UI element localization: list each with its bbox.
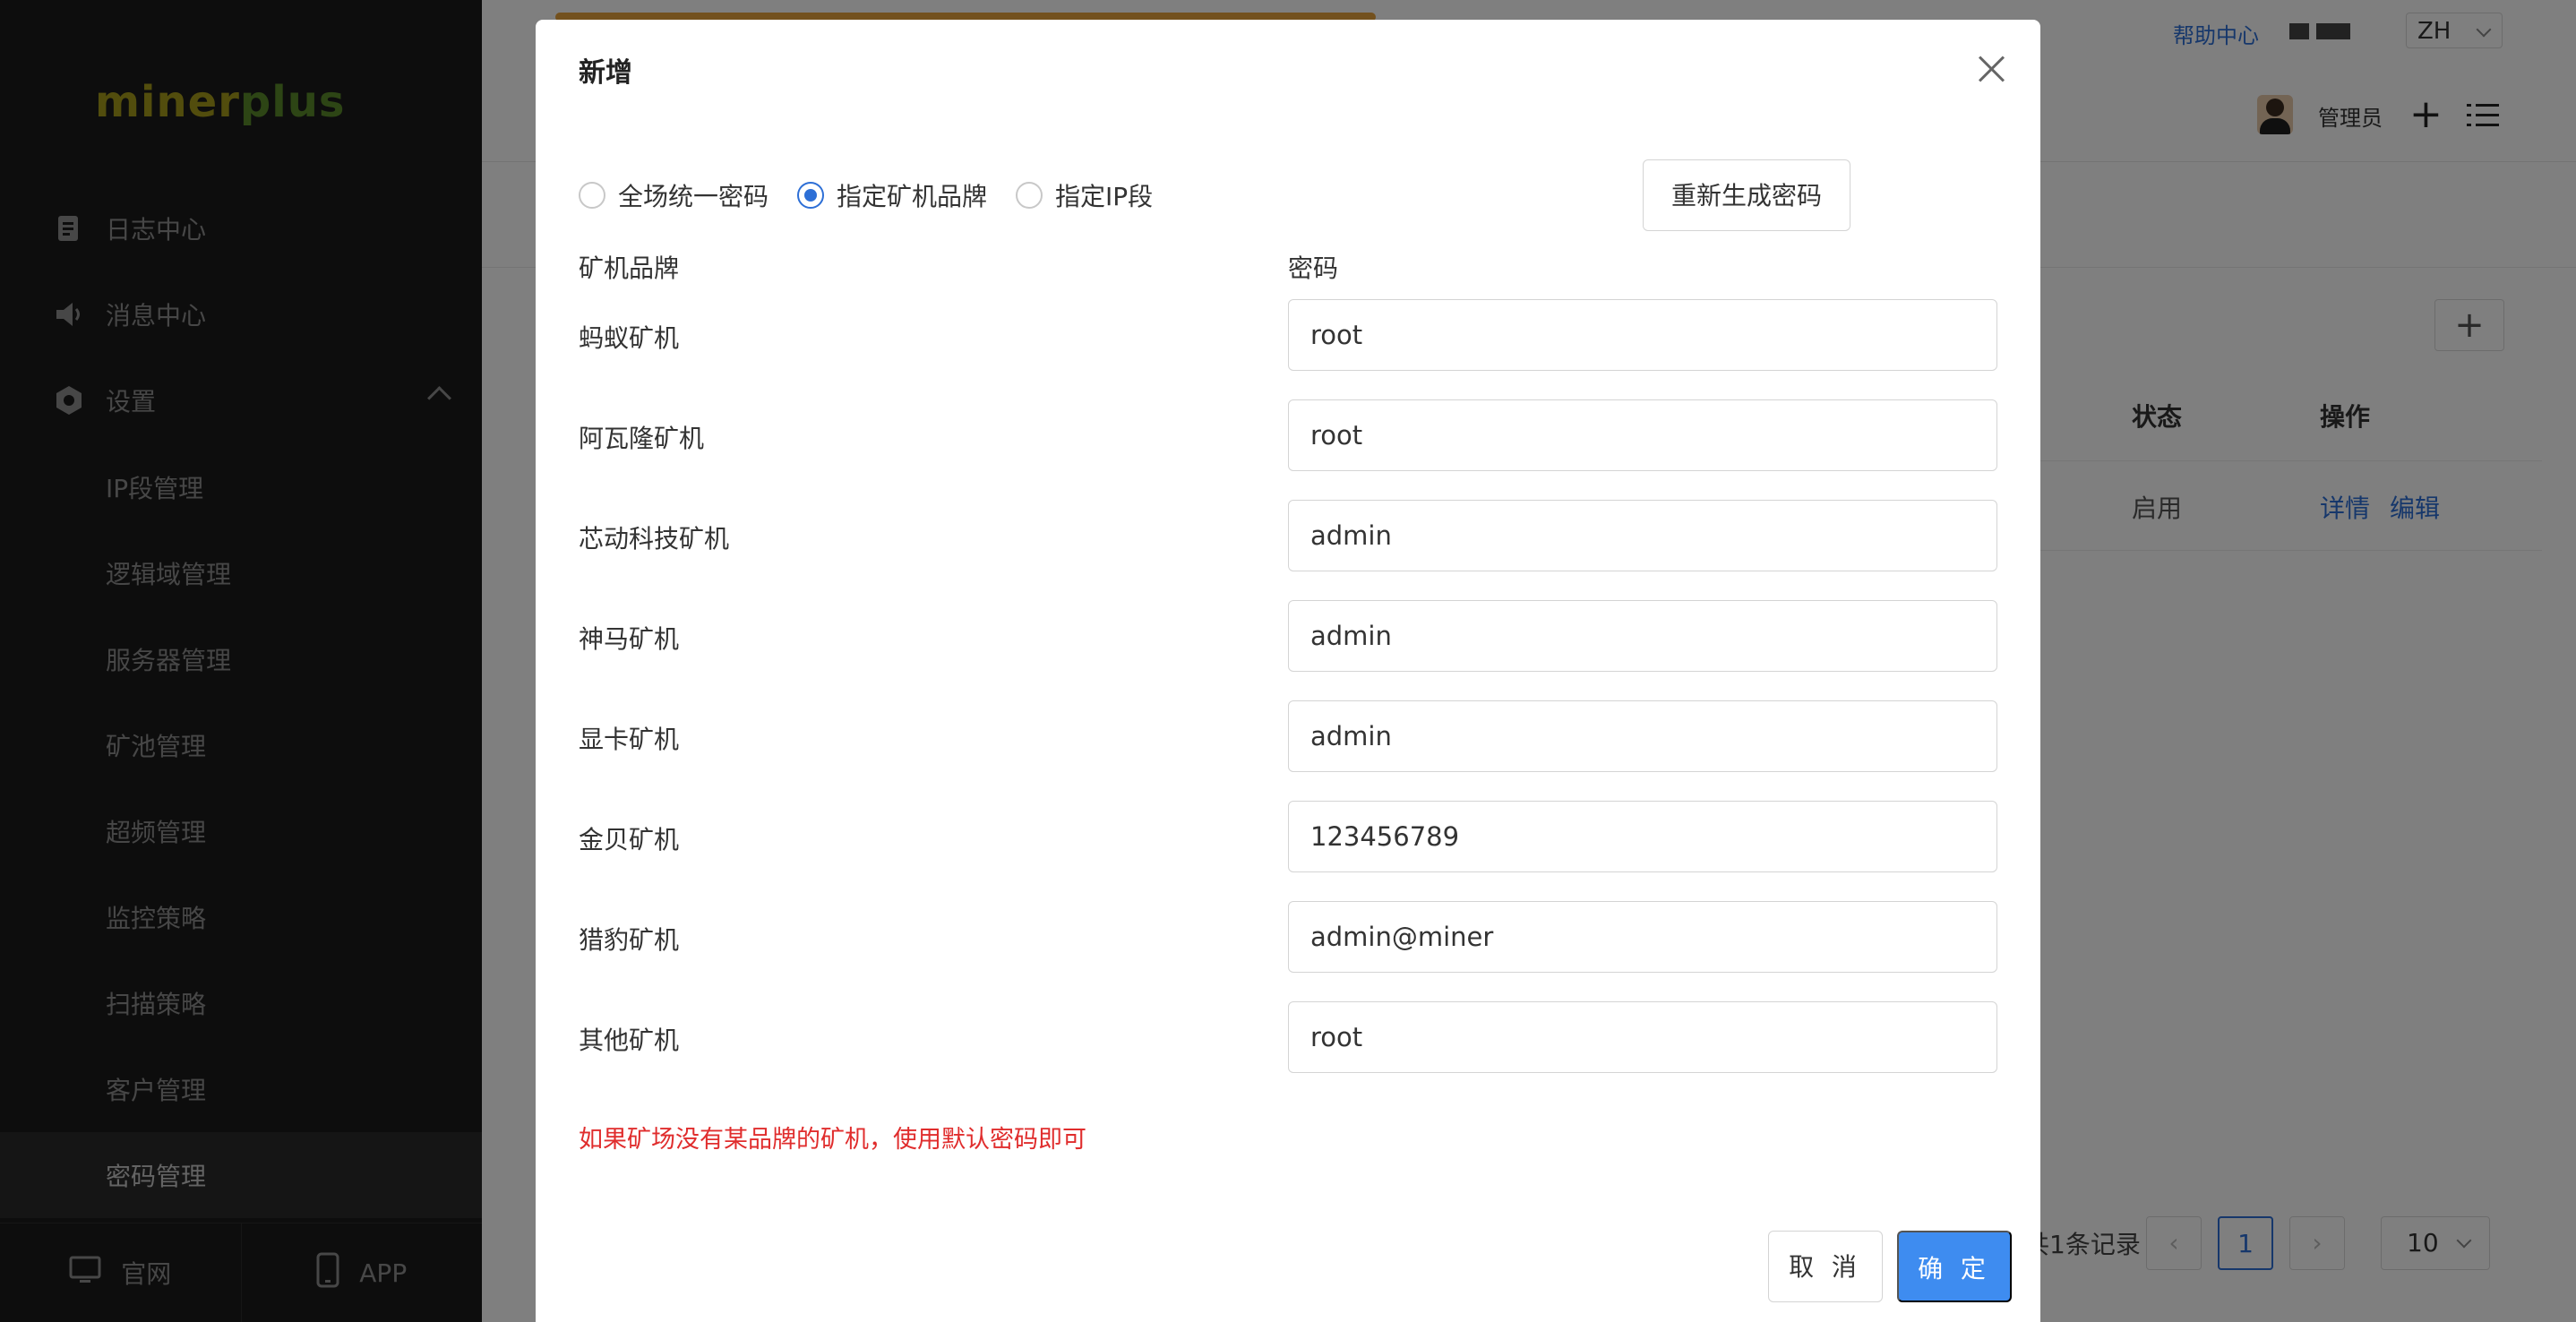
radio-by-ip-range[interactable]: 指定IP段 (1016, 177, 1153, 213)
brand-label: 其他矿机 (579, 1026, 680, 1055)
close-icon[interactable] (1972, 50, 2012, 90)
confirm-button[interactable]: 确 定 (1897, 1231, 2012, 1302)
password-input[interactable] (1288, 399, 1997, 471)
radio-circle-icon (1016, 182, 1043, 209)
column-header-password: 密码 (1288, 253, 1339, 283)
radio-by-brand[interactable]: 指定矿机品牌 (797, 177, 987, 213)
brand-label: 蚂蚁矿机 (579, 323, 680, 353)
brand-label: 金贝矿机 (579, 825, 680, 854)
password-input[interactable] (1288, 700, 1997, 772)
brand-label: 显卡矿机 (579, 725, 680, 754)
brand-label: 猎豹矿机 (579, 925, 680, 955)
password-input[interactable] (1288, 299, 1997, 371)
password-input[interactable] (1288, 801, 1997, 872)
add-password-dialog: 新增 全场统一密码 指定矿机品牌 指定IP段 重新生成密码 矿机品牌 密码 蚂蚁… (536, 20, 2040, 1322)
brand-label: 神马矿机 (579, 624, 680, 654)
cancel-button[interactable]: 取 消 (1768, 1231, 1883, 1302)
password-mode-radio-group: 全场统一密码 指定矿机品牌 指定IP段 (579, 177, 1153, 213)
radio-circle-icon (579, 182, 605, 209)
brand-label: 阿瓦隆矿机 (579, 424, 705, 453)
radio-label: 全场统一密码 (618, 182, 769, 211)
radio-unified-password[interactable]: 全场统一密码 (579, 177, 769, 213)
dialog-title: 新增 (579, 57, 632, 89)
password-input[interactable] (1288, 901, 1997, 973)
regenerate-password-button[interactable]: 重新生成密码 (1643, 159, 1850, 231)
radio-label: 指定矿机品牌 (837, 182, 988, 211)
password-input[interactable] (1288, 1001, 1997, 1073)
password-input[interactable] (1288, 500, 1997, 571)
radio-label: 指定IP段 (1055, 182, 1154, 211)
hint-text: 如果矿场没有某品牌的矿机，使用默认密码即可 (579, 1126, 1086, 1154)
password-input[interactable] (1288, 600, 1997, 672)
column-header-brand: 矿机品牌 (579, 253, 680, 283)
brand-label: 芯动科技矿机 (579, 524, 730, 554)
radio-checked-icon (797, 182, 825, 209)
